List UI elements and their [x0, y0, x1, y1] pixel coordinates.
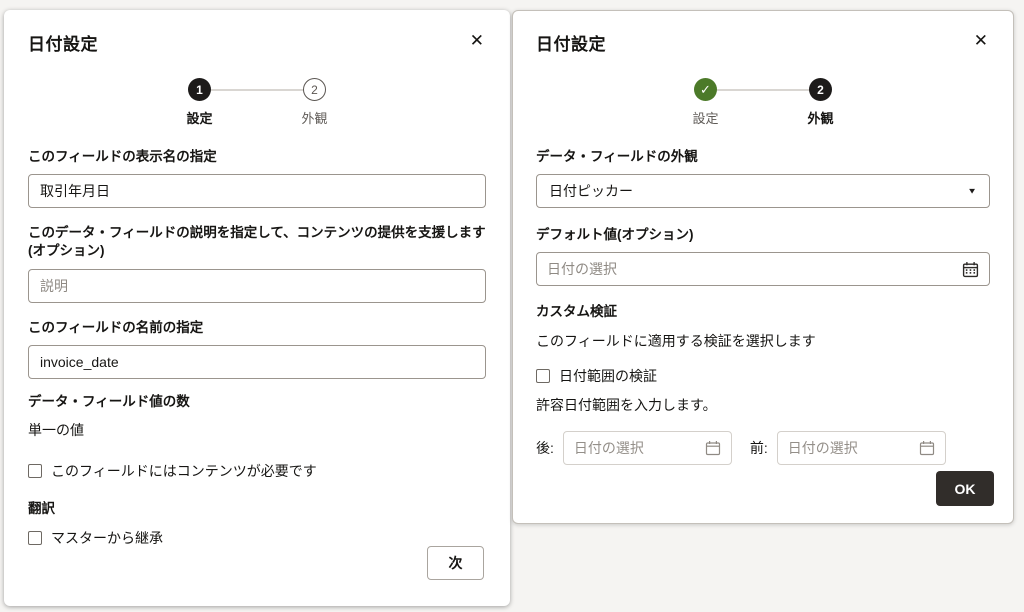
- dialog-header: 日付設定 ✕: [28, 30, 486, 55]
- required-checkbox[interactable]: [28, 464, 42, 478]
- stepper-step-settings[interactable]: ✓ 設定: [676, 78, 736, 127]
- dialog-title: 日付設定: [536, 30, 606, 55]
- step2-indicator: 2: [303, 78, 326, 101]
- before-date-field[interactable]: [777, 431, 946, 465]
- value-count-value: 単一の値: [28, 420, 486, 440]
- appearance-select[interactable]: 日付ピッカー ▼: [536, 174, 990, 208]
- inherit-checkbox-row[interactable]: マスターから継承: [28, 528, 486, 548]
- appearance-label: データ・フィールドの外観: [536, 148, 990, 166]
- display-name-input[interactable]: [28, 174, 486, 208]
- step1-label: 設定: [692, 108, 718, 127]
- step1-label: 設定: [186, 108, 212, 127]
- dialog-header: 日付設定 ✕: [536, 30, 990, 55]
- stepper-step-appearance[interactable]: 2 外観: [285, 78, 345, 127]
- calendar-icon[interactable]: [705, 440, 721, 456]
- date-settings-dialog-step1: 日付設定 ✕ 1 設定 2 外観 このフィールドの表示名の指定 このデータ・フィ…: [4, 10, 510, 606]
- date-range-inputs: 後: 前:: [536, 431, 990, 465]
- after-date-input[interactable]: [574, 440, 705, 456]
- appearance-selected-value: 日付ピッカー: [549, 181, 967, 201]
- date-range-checkbox-label: 日付範囲の検証: [559, 366, 657, 386]
- custom-validation-label: カスタム検証: [536, 303, 990, 321]
- stepper: 1 設定 2 外観: [28, 78, 486, 127]
- close-icon[interactable]: ✕: [468, 30, 486, 51]
- stepper-step-settings[interactable]: 1 設定: [170, 78, 230, 127]
- step2-indicator: 2: [809, 78, 832, 101]
- before-label: 前:: [750, 438, 768, 458]
- calendar-icon[interactable]: [962, 261, 979, 278]
- field-name-input[interactable]: [28, 345, 486, 379]
- default-value-label: デフォルト値(オプション): [536, 226, 990, 244]
- description-label: このデータ・フィールドの説明を指定して、コンテンツの提供を支援します(オプション…: [28, 224, 486, 260]
- date-range-checkbox-row[interactable]: 日付範囲の検証: [536, 366, 990, 386]
- before-date-input[interactable]: [788, 440, 919, 456]
- field-name-label: このフィールドの名前の指定: [28, 319, 486, 337]
- step2-label: 外観: [301, 108, 327, 127]
- after-date-field[interactable]: [563, 431, 732, 465]
- description-input[interactable]: [28, 269, 486, 303]
- next-button[interactable]: 次: [427, 546, 484, 580]
- default-value-field[interactable]: [536, 252, 990, 286]
- inherit-checkbox-label: マスターから継承: [51, 528, 163, 548]
- custom-validation-description: このフィールドに適用する検証を選択します: [536, 331, 990, 351]
- required-checkbox-row[interactable]: このフィールドにはコンテンツが必要です: [28, 461, 486, 481]
- step1-done-check-icon: ✓: [694, 78, 717, 101]
- step2-label: 外観: [807, 108, 833, 127]
- step1-indicator: 1: [188, 78, 211, 101]
- dialog-title: 日付設定: [28, 30, 98, 55]
- display-name-label: このフィールドの表示名の指定: [28, 148, 486, 166]
- stepper: ✓ 設定 2 外観: [536, 78, 990, 127]
- close-icon[interactable]: ✕: [972, 30, 990, 51]
- translation-label: 翻訳: [28, 500, 486, 518]
- stepper-step-appearance[interactable]: 2 外観: [791, 78, 851, 127]
- date-range-checkbox[interactable]: [536, 369, 550, 383]
- inherit-checkbox[interactable]: [28, 531, 42, 545]
- value-count-label: データ・フィールド値の数: [28, 393, 486, 411]
- required-checkbox-label: このフィールドにはコンテンツが必要です: [51, 461, 317, 481]
- calendar-icon[interactable]: [919, 440, 935, 456]
- date-settings-dialog-step2: 日付設定 ✕ ✓ 設定 2 外観 データ・フィールドの外観 日付ピッカー ▼ デ…: [512, 10, 1014, 524]
- default-value-input[interactable]: [547, 261, 962, 277]
- after-label: 後:: [536, 438, 554, 458]
- range-hint: 許容日付範囲を入力します。: [536, 395, 990, 415]
- ok-button[interactable]: OK: [936, 471, 994, 506]
- chevron-down-icon: ▼: [967, 187, 977, 196]
